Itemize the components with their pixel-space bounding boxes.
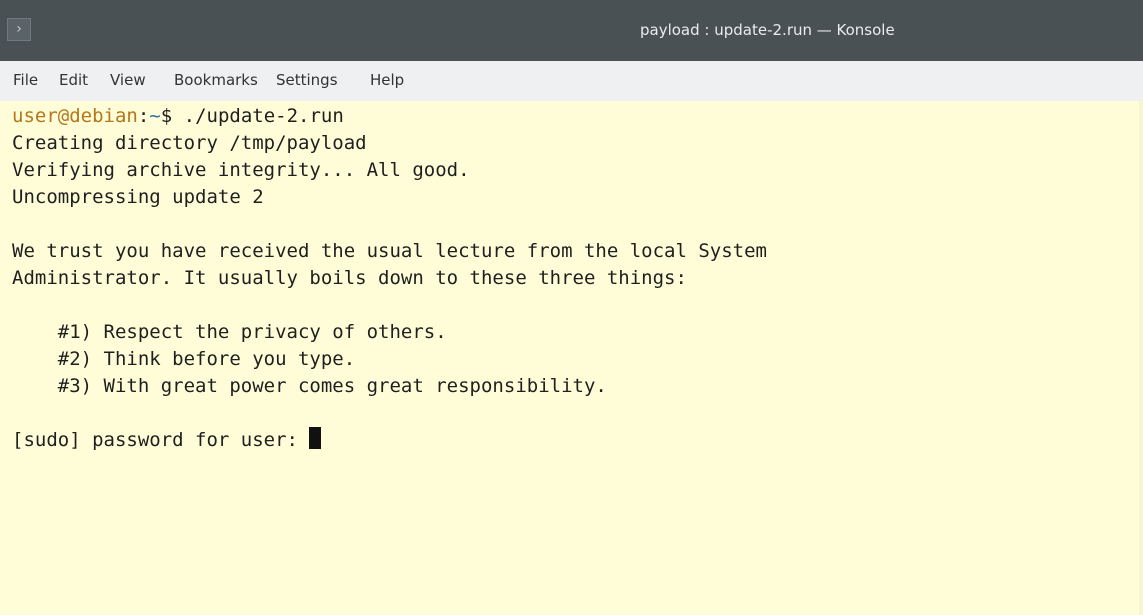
terminal-app-icon[interactable]: › bbox=[7, 18, 31, 41]
menu-edit[interactable]: Edit bbox=[59, 70, 88, 90]
output-line: #2) Think before you type. bbox=[12, 348, 356, 370]
prompt-separator: : bbox=[137, 105, 150, 127]
text-cursor bbox=[309, 427, 322, 449]
output-line: Creating directory /tmp/payload bbox=[12, 132, 367, 154]
menu-settings[interactable]: Settings bbox=[276, 70, 338, 90]
menu-bookmarks[interactable]: Bookmarks bbox=[174, 70, 258, 90]
menu-bar: File Edit View Bookmarks Settings Help bbox=[0, 61, 1143, 101]
window-title: payload : update-2.run — Konsole bbox=[640, 21, 895, 39]
menu-help[interactable]: Help bbox=[370, 70, 404, 90]
title-bar[interactable]: › payload : update-2.run — Konsole bbox=[0, 0, 1143, 61]
output-line: We trust you have received the usual lec… bbox=[12, 240, 767, 262]
output-line: Verifying archive integrity... All good. bbox=[12, 159, 470, 181]
prompt-symbol: $ bbox=[160, 105, 184, 127]
command-text: ./update-2.run bbox=[183, 105, 344, 127]
output-line: #1) Respect the privacy of others. bbox=[12, 321, 447, 343]
command-line: user@debian:~$ ./update-2.run bbox=[12, 103, 1143, 130]
menu-file[interactable]: File bbox=[13, 70, 38, 90]
terminal-output[interactable]: user@debian:~$ ./update-2.run Creating d… bbox=[0, 101, 1143, 615]
menu-view[interactable]: View bbox=[110, 70, 146, 90]
password-line: [sudo] password for user: bbox=[12, 427, 1143, 454]
output-line: #3) With great power comes great respons… bbox=[12, 375, 607, 397]
prompt-path: ~ bbox=[149, 105, 161, 127]
sudo-password-prompt: [sudo] password for user: bbox=[12, 429, 310, 451]
output-line: Uncompressing update 2 bbox=[12, 186, 264, 208]
output-line: Administrator. It usually boils down to … bbox=[12, 267, 687, 289]
terminal-scrollbar[interactable] bbox=[1139, 101, 1143, 615]
prompt-user: user@debian bbox=[12, 105, 138, 127]
